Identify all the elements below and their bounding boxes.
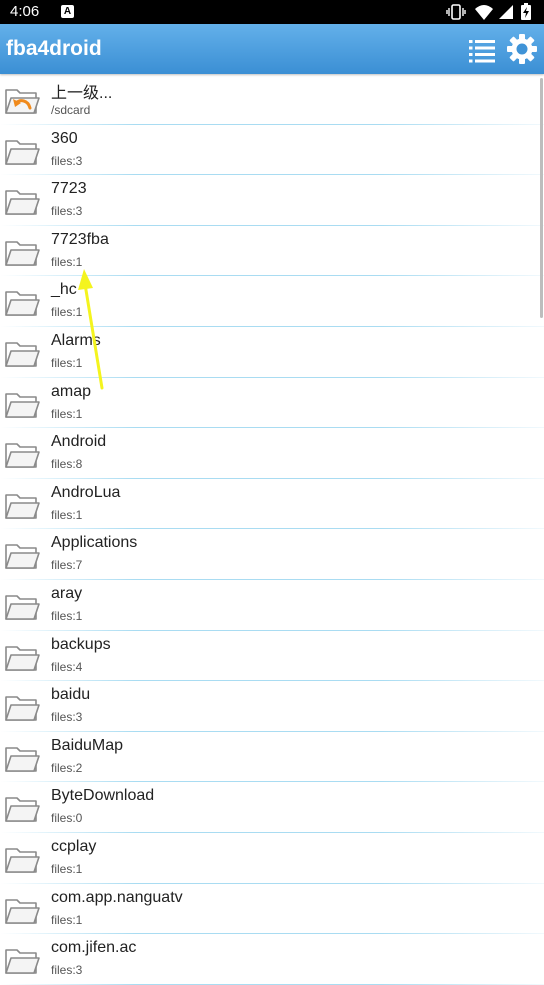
wifi-icon [475,5,493,20]
file-meta: files:1 [51,355,83,370]
file-meta: files:1 [51,406,83,421]
folder-icon [5,240,40,266]
file-name: ByteDownload [51,787,155,805]
file-name: BaiduMap [51,736,124,754]
folder-icon [5,139,40,165]
file-row[interactable]: 7723 files:3 [0,175,544,226]
file-meta: files:8 [51,457,83,472]
folder-icon [5,797,40,823]
file-name: 7723 [51,180,87,198]
folder-icon [5,190,40,215]
file-name: aray [51,584,83,602]
file-name: 7723fba [51,230,109,248]
file-name: com.jifen.ac [51,939,137,957]
folder-up-icon [5,89,40,114]
file-row[interactable]: 7723fba files:1 [0,226,544,277]
file-meta: files:1 [51,305,83,320]
file-name: baidu [51,686,91,704]
file-row[interactable]: 360 files:3 [0,125,544,176]
file-meta: files:4 [51,659,83,674]
file-name: Alarms [51,331,101,349]
file-name: AndroLua [51,483,121,501]
file-list: 上一级.../sdcard 360 files:3 7723 files:3 7723fb… [0,74,544,985]
file-name: _hc [51,281,77,299]
file-row[interactable]: Applications files:7 [0,529,544,580]
notification-a-icon: A [61,5,74,18]
file-row[interactable]: baidu files:3 [0,681,544,732]
folder-icon [5,696,40,721]
folder-icon [5,645,40,671]
folder-icon [5,443,40,468]
file-row[interactable]: backups files:4 [0,631,544,682]
file-meta: files:7 [51,558,83,573]
file-name: Applications [51,534,138,552]
file-name: com.app.nanguatv [51,888,183,906]
file-row[interactable]: BaiduMap files:2 [0,732,544,783]
file-row[interactable]: ccplay files:1 [0,833,544,884]
folder-icon [5,949,40,974]
app-bar: fba4droid [0,24,544,74]
list-icon[interactable] [466,34,498,66]
file-meta: files:1 [51,608,83,623]
file-row[interactable]: Alarms files:1 [0,327,544,378]
file-row[interactable]: AndroLua files:1 [0,479,544,530]
folder-icon [5,544,40,570]
scrollbar[interactable] [540,78,543,318]
file-name: 360 [51,129,78,147]
file-name: 上一级... [51,85,113,102]
signal-icon [499,5,513,19]
file-meta: files:3 [51,710,83,725]
file-row[interactable]: com.app.nanguatv files:1 [0,884,544,935]
app-title: fba4droid [6,37,102,60]
folder-icon [5,392,40,418]
status-time: 4:06 [10,3,40,20]
folder-icon [5,848,40,873]
file-meta: files:1 [51,912,83,927]
file-row[interactable]: ByteDownload files:0 [0,782,544,833]
file-meta: files:3 [51,204,83,219]
file-meta: files:0 [51,811,83,826]
file-row[interactable]: 上一级.../sdcard [0,74,544,125]
battery-icon [521,3,531,20]
folder-icon [5,898,40,924]
folder-icon [5,595,40,620]
file-name: backups [51,635,111,653]
file-row[interactable]: aray files:1 [0,580,544,631]
file-name: amap [51,382,92,400]
folder-icon [5,342,40,367]
file-name: ccplay [51,837,97,855]
file-name: Android [51,433,107,451]
file-meta: files:2 [51,760,83,775]
file-row[interactable]: _hc files:1 [0,276,544,327]
status-bar: 4:06 A [0,0,544,24]
file-meta: files:1 [51,507,83,522]
folder-icon [5,493,40,519]
folder-icon [5,746,40,772]
file-row[interactable]: amap files:1 [0,378,544,429]
file-row[interactable]: com.jifen.ac files:3 [0,934,544,985]
folder-icon [5,291,40,317]
file-row[interactable]: Android files:8 [0,428,544,479]
vibrate-icon [446,4,466,20]
file-meta: /sdcard [51,103,91,117]
file-meta: files:3 [51,153,83,168]
file-meta: files:1 [51,861,83,876]
file-meta: files:1 [51,254,83,269]
gear-icon[interactable] [506,33,538,65]
